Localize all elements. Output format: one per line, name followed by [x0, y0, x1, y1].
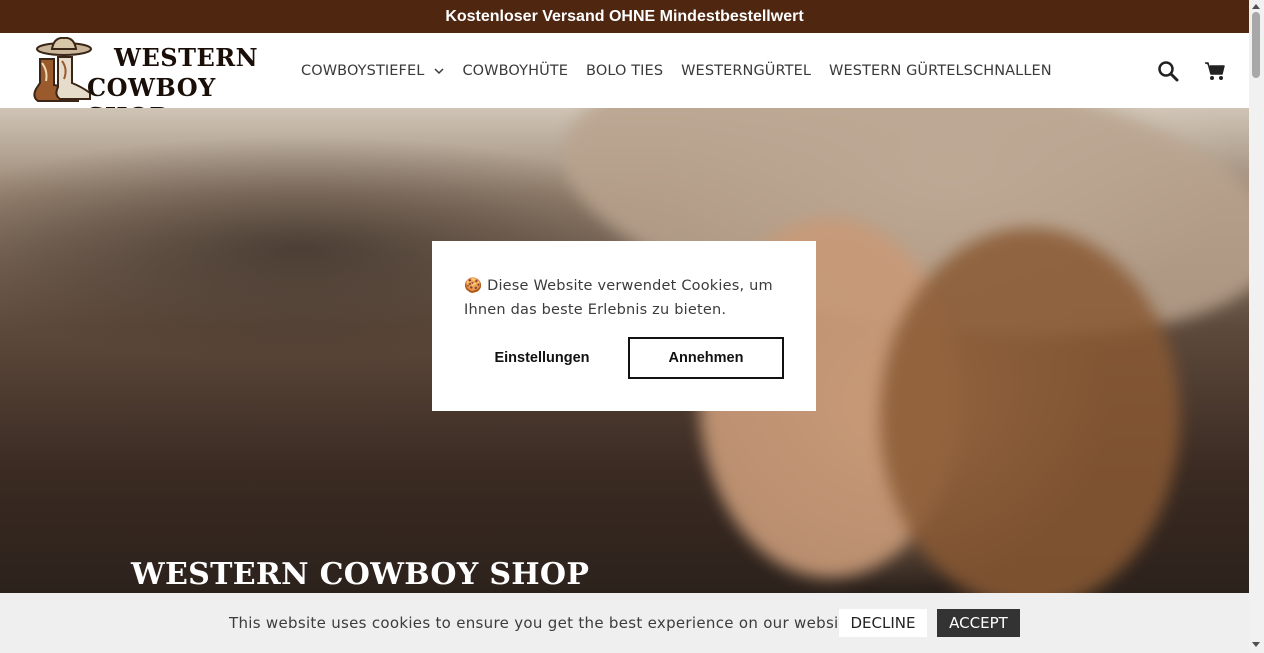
scrollbar[interactable] [1249, 0, 1264, 653]
cookie-icon: 🍪 [464, 278, 483, 294]
cookie-modal-text: Diese Website verwendet Cookies, um Ihne… [464, 278, 773, 318]
scrollbar-thumb[interactable] [1252, 12, 1260, 78]
cookie-consent-modal: 🍪 Diese Website verwendet Cookies, um Ih… [432, 241, 816, 411]
chevron-down-icon [434, 67, 444, 74]
nav-item-label: WESTERN GÜRTELSCHNALLEN [829, 62, 1052, 79]
nav-item-label: COWBOYSTIEFEL [301, 62, 425, 79]
nav-item-western-guertelschnallen[interactable]: WESTERN GÜRTELSCHNALLEN [829, 63, 1052, 79]
cookie-settings-button[interactable]: Einstellungen [468, 337, 616, 379]
cart-icon[interactable] [1204, 60, 1226, 82]
cookie-decline-button[interactable]: DECLINE [839, 609, 927, 637]
cookie-modal-message: 🍪 Diese Website verwendet Cookies, um Ih… [464, 274, 794, 322]
cowboy-boot-hat-logo-icon [33, 37, 92, 102]
cookie-bar: This website uses cookies to ensure you … [0, 593, 1249, 653]
hero-title: WESTERN COWBOY SHOP [131, 557, 590, 592]
cookie-accept-button[interactable]: Annehmen [628, 337, 784, 379]
cookie-bar-text: This website uses cookies to ensure you … [229, 614, 860, 632]
nav-item-cowboyhuete[interactable]: COWBOYHÜTE [462, 63, 568, 79]
announcement-text: Kostenloser Versand OHNE Mindestbestellw… [445, 7, 804, 25]
cookie-bar-accept-button[interactable]: ACCEPT [937, 609, 1020, 637]
announcement-bar: Kostenloser Versand OHNE Mindestbestellw… [0, 0, 1249, 33]
nav-item-bolo-ties[interactable]: BOLO TIES [586, 63, 663, 79]
site-header: WESTERN COWBOY SHOP COWBOYSTIEFEL COWBOY… [0, 33, 1249, 131]
scroll-down-arrow-icon[interactable] [1252, 642, 1260, 647]
nav-item-label: BOLO TIES [586, 62, 664, 79]
main-nav: COWBOYSTIEFEL COWBOYHÜTE BOLO TIES WESTE… [301, 33, 1070, 108]
nav-item-label: COWBOYHÜTE [462, 62, 569, 79]
search-icon[interactable] [1157, 60, 1179, 82]
site-logo[interactable]: WESTERN COWBOY SHOP [24, 37, 286, 131]
scroll-up-arrow-icon[interactable] [1252, 4, 1260, 9]
nav-item-westernguertel[interactable]: WESTERNGÜRTEL [681, 63, 811, 79]
hero-hair-shape [880, 228, 1180, 593]
nav-item-cowboystiefel[interactable]: COWBOYSTIEFEL [301, 63, 444, 79]
logo-line-1: WESTERN [114, 43, 259, 72]
nav-item-label: WESTERNGÜRTEL [681, 62, 812, 79]
